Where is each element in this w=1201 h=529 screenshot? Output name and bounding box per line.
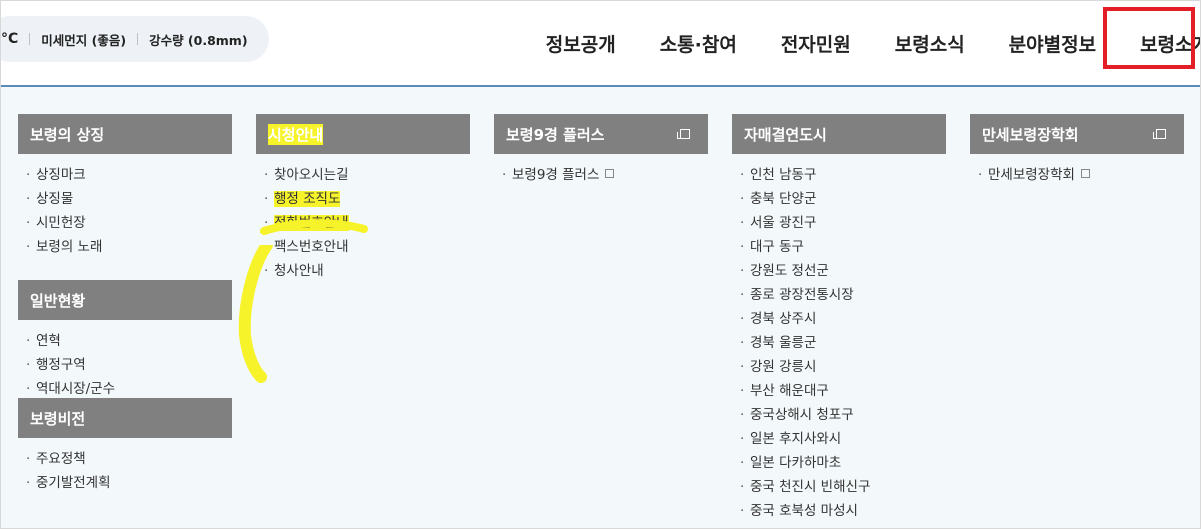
submenu-list: · 주요정책 · 중기발전계획 xyxy=(18,438,232,495)
browser-frame: °C 미세먼지 (좋음) 강수량 (0.8mm) 정보공개 소통·참여 전자민원… xyxy=(0,0,1201,529)
submenu-list: · 상징마크 · 상징물 · 시민헌장 · 보령의 노래 xyxy=(18,154,232,259)
submenu-item[interactable]: · 종로 광장전통시장 xyxy=(740,283,946,307)
menu-header-label: 자매결연도시 xyxy=(744,125,827,144)
submenu-item[interactable]: · 경북 상주시 xyxy=(740,307,946,331)
submenu-item[interactable]: · 경북 울릉군 xyxy=(740,331,946,355)
nav-news[interactable]: 보령소식 xyxy=(895,30,965,57)
nav-communication[interactable]: 소통·참여 xyxy=(660,30,737,57)
menu-header-sister-cities[interactable]: 자매결연도시 xyxy=(732,114,946,154)
highlight-box xyxy=(1103,7,1195,69)
submenu-item[interactable]: · 만세보령장학회 xyxy=(978,163,1184,187)
divider xyxy=(29,33,31,45)
main-nav: 정보공개 소통·참여 전자민원 보령소식 분야별정보 보령소개 xyxy=(502,1,1200,85)
menu-header-label: 일반현황 xyxy=(30,291,86,310)
submenu-item[interactable]: · 중기발전계획 xyxy=(26,471,232,495)
annotation-underline-stroke xyxy=(260,219,368,235)
submenu-item[interactable]: · 찾아오시는길 xyxy=(264,163,470,187)
external-link-icon xyxy=(677,129,690,139)
menu-col-sister-cities: 자매결연도시 · 인천 남동구 · 충북 단양군 · 서울 광진구 · 대구 동구 · 강… xyxy=(732,114,946,523)
submenu-item[interactable]: · 보령9경 플러스 xyxy=(502,163,708,187)
menu-col-nine-views: 보령9경 플러스 · 보령9경 플러스 xyxy=(494,114,708,187)
menu-header-symbols[interactable]: 보령의 상징 xyxy=(18,114,232,154)
submenu-item[interactable]: · 대구 동구 xyxy=(740,235,946,259)
nav-info-disclosure[interactable]: 정보공개 xyxy=(546,30,616,57)
external-link-icon xyxy=(605,169,615,178)
external-link-icon xyxy=(1153,129,1166,139)
submenu-item[interactable]: · 상징마크 xyxy=(26,163,232,187)
menu-col-symbols: 보령의 상징 · 상징마크 · 상징물 · 시민헌장 · 보령의 노래 xyxy=(18,114,232,259)
submenu-item[interactable]: · 보령의 노래 xyxy=(26,235,232,259)
weather-temperature: °C xyxy=(1,31,19,47)
external-link-icon xyxy=(1080,169,1090,178)
menu-header-label: 보령비전 xyxy=(30,409,86,428)
nav-field-info[interactable]: 분야별정보 xyxy=(1009,30,1096,57)
menu-header-label: 만세보령장학회 xyxy=(982,125,1079,144)
submenu-list: · 만세보령장학회 xyxy=(970,154,1184,187)
submenu-item[interactable]: · 행정 조직도 xyxy=(264,187,470,211)
menu-header-city-hall[interactable]: 시청안내 xyxy=(256,114,470,154)
submenu-item[interactable]: · 일본 후지사와시 xyxy=(740,427,946,451)
divider xyxy=(137,33,139,45)
submenu-item[interactable]: · 중국상해시 청포구 xyxy=(740,403,946,427)
submenu-item[interactable]: · 부산 해운대구 xyxy=(740,379,946,403)
submenu-item[interactable]: · 강원도 정선군 xyxy=(740,259,946,283)
submenu-list: · 연혁 · 행정구역 · 역대시장/군수 xyxy=(18,320,232,401)
menu-header-label: 보령의 상징 xyxy=(30,125,105,144)
submenu-item[interactable]: · 강원 강릉시 xyxy=(740,355,946,379)
menu-col-scholarship: 만세보령장학회 · 만세보령장학회 xyxy=(970,114,1184,187)
submenu-item[interactable]: · 충북 단양군 xyxy=(740,187,946,211)
mega-menu: 보령의 상징 · 상징마크 · 상징물 · 시민헌장 · 보령의 노래 일반현황 · 연혁… xyxy=(1,87,1200,528)
submenu-item[interactable]: · 시민헌장 xyxy=(26,211,232,235)
menu-col-general-status: 일반현황 · 연혁 · 행정구역 · 역대시장/군수 xyxy=(18,280,232,401)
submenu-item[interactable]: · 인천 남동구 xyxy=(740,163,946,187)
submenu-item[interactable]: · 중국 호북성 마성시 xyxy=(740,499,946,523)
menu-col-vision: 보령비전 · 주요정책 · 중기발전계획 xyxy=(18,398,232,495)
weather-widget: °C 미세먼지 (좋음) 강수량 (0.8mm) xyxy=(1,16,269,62)
submenu-list: · 보령9경 플러스 xyxy=(494,154,708,187)
annotation-marker-stroke xyxy=(238,245,273,383)
menu-header-label: 시청안내 xyxy=(268,123,324,145)
site-header: °C 미세먼지 (좋음) 강수량 (0.8mm) 정보공개 소통·참여 전자민원… xyxy=(1,1,1200,85)
submenu-item[interactable]: · 중국 천진시 빈해신구 xyxy=(740,475,946,499)
menu-header-general-status[interactable]: 일반현황 xyxy=(18,280,232,320)
menu-header-nine-views[interactable]: 보령9경 플러스 xyxy=(494,114,708,154)
submenu-item[interactable]: · 주요정책 xyxy=(26,447,232,471)
nav-e-civil[interactable]: 전자민원 xyxy=(781,30,851,57)
rainfall-status: 강수량 (0.8mm) xyxy=(149,32,248,48)
menu-header-label: 보령9경 플러스 xyxy=(506,125,605,144)
menu-header-scholarship[interactable]: 만세보령장학회 xyxy=(970,114,1184,154)
submenu-list: · 인천 남동구 · 충북 단양군 · 서울 광진구 · 대구 동구 · 강원도 정선군 … xyxy=(732,154,946,523)
submenu-item[interactable]: · 일본 다카하마초 xyxy=(740,451,946,475)
submenu-item[interactable]: · 행정구역 xyxy=(26,353,232,377)
submenu-item[interactable]: · 상징물 xyxy=(26,187,232,211)
menu-header-vision[interactable]: 보령비전 xyxy=(18,398,232,438)
submenu-item[interactable]: · 연혁 xyxy=(26,329,232,353)
submenu-item[interactable]: · 서울 광진구 xyxy=(740,211,946,235)
fine-dust-status: 미세먼지 (좋음) xyxy=(41,32,127,48)
